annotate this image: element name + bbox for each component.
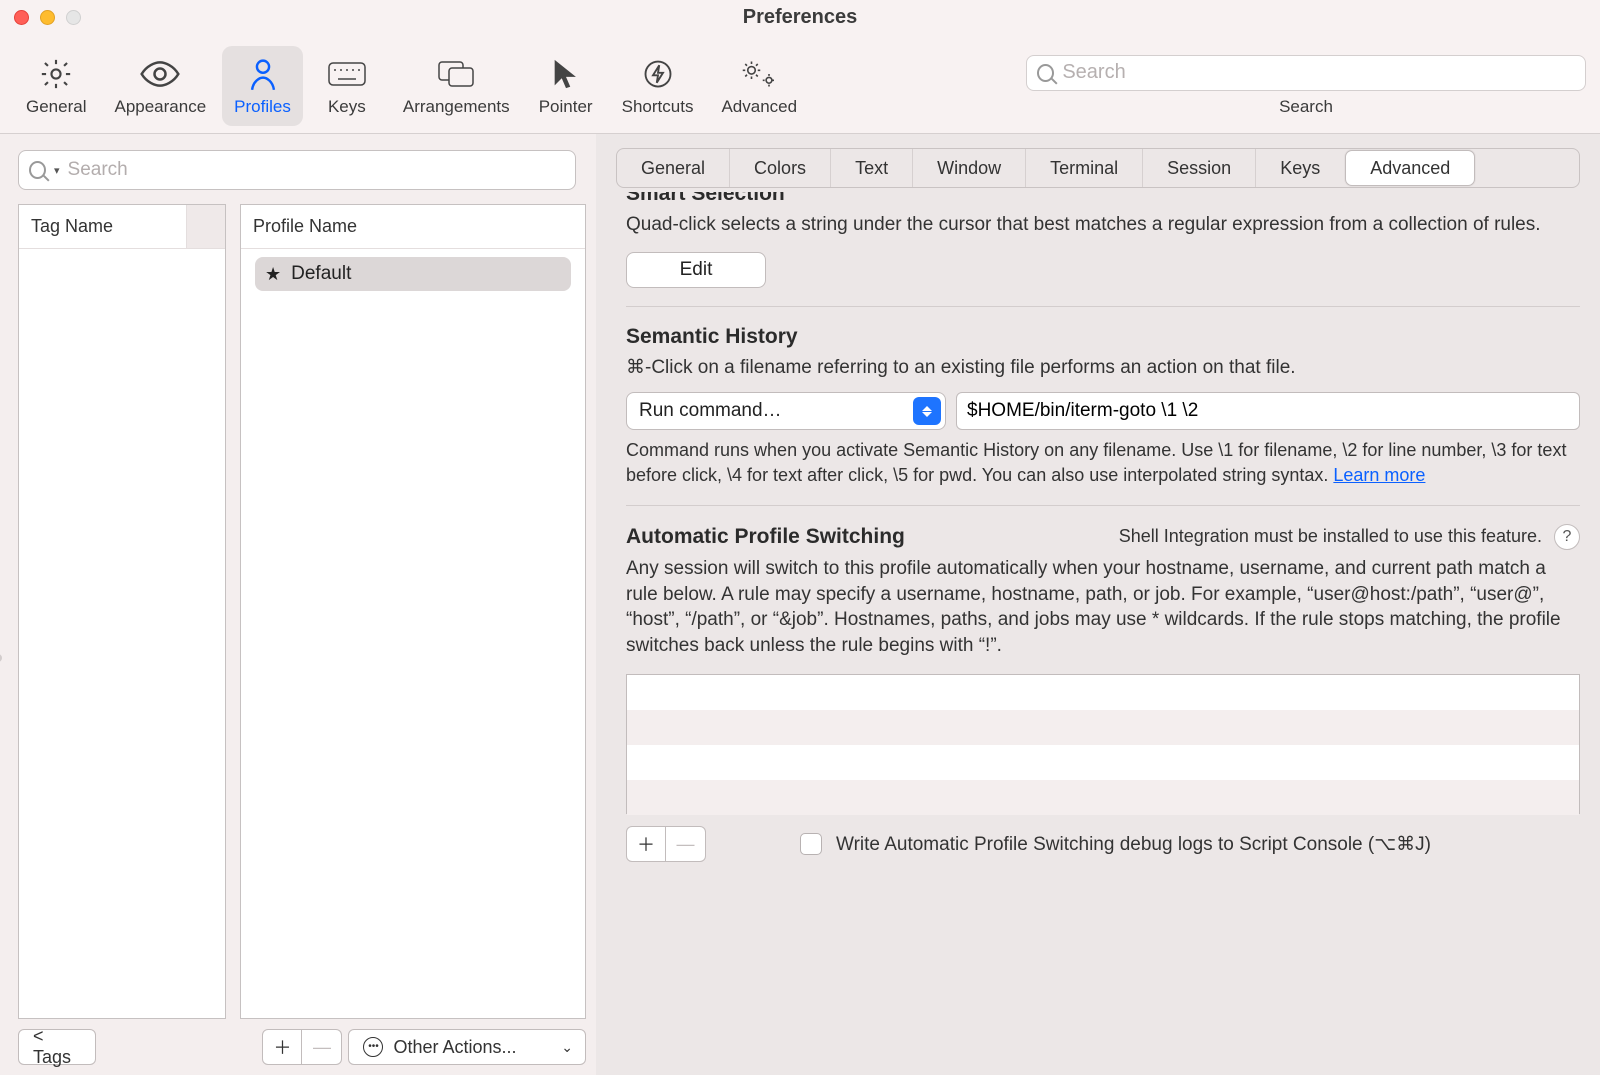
subtab-window[interactable]: Window (912, 149, 1025, 187)
semantic-history-body: ⌘-Click on a filename referring to an ex… (626, 355, 1580, 381)
smart-selection-body: Quad-click selects a string under the cu… (626, 212, 1580, 238)
profile-settings-pane: General Colors Text Window Terminal Sess… (596, 134, 1600, 1075)
profiles-footer: < Tags ＋ — ••• Other Actions... ⌄ (18, 1029, 586, 1065)
toolbar-tab-arrangements[interactable]: Arrangements (391, 46, 522, 126)
advanced-scroll[interactable]: Smart Selection Quad-click selects a str… (596, 192, 1600, 1075)
profiles-search-field[interactable]: ▾ (18, 150, 576, 190)
semantic-history-help: Command runs when you activate Semantic … (626, 438, 1580, 487)
aps-rules-list[interactable] (626, 674, 1580, 814)
smart-selection-edit-button[interactable]: Edit (626, 252, 766, 288)
toolbar-tab-profiles[interactable]: Profiles (222, 46, 303, 126)
profiles-list[interactable]: ★ Default (241, 249, 585, 1018)
aps-remove-rule-button[interactable]: — (666, 826, 706, 862)
help-button[interactable]: ? (1554, 524, 1580, 550)
smart-selection-title: Smart Selection (626, 192, 1580, 206)
profiles-panel: Profile Name ★ Default (240, 204, 586, 1019)
toolbar-label: Shortcuts (622, 97, 694, 117)
toolbar-label: Advanced (721, 97, 797, 117)
toolbar-search-input[interactable] (1062, 61, 1575, 84)
remove-profile-button[interactable]: — (302, 1029, 342, 1065)
add-profile-button[interactable]: ＋ (262, 1029, 302, 1065)
aps-debug-checkbox[interactable] (800, 833, 822, 855)
section-divider (626, 505, 1580, 506)
subtab-keys[interactable]: Keys (1255, 149, 1344, 187)
section-divider (626, 306, 1580, 307)
toolbar-search-field[interactable] (1026, 55, 1586, 91)
profile-add-remove: ＋ — (262, 1029, 342, 1065)
star-icon: ★ (265, 264, 281, 285)
subtab-general[interactable]: General (617, 149, 729, 187)
chevron-down-icon: ⌄ (561, 1039, 573, 1056)
tags-list[interactable] (19, 249, 225, 1018)
cursor-icon (549, 57, 583, 91)
aps-body: Any session will switch to this profile … (626, 556, 1580, 659)
aps-add-rule-button[interactable]: ＋ (626, 826, 666, 862)
toolbar-search-group: Search (1026, 55, 1586, 117)
tags-toggle-button[interactable]: < Tags (18, 1029, 96, 1065)
toolbar-tab-shortcuts[interactable]: Shortcuts (610, 46, 706, 126)
profiles-header[interactable]: Profile Name (241, 205, 585, 249)
semantic-history-title: Semantic History (626, 325, 1580, 349)
person-icon (248, 57, 278, 91)
toolbar-label: Profiles (234, 97, 291, 117)
search-icon (1037, 64, 1054, 82)
profiles-sidebar: ▾ Tag Name Profile Name ★ Default < Tags (0, 134, 596, 1075)
toolbar-label: Keys (328, 97, 366, 117)
subtab-advanced[interactable]: Advanced (1345, 150, 1475, 186)
gear-icon (39, 57, 73, 91)
preferences-toolbar: General Appearance Profiles Keys Arrange… (0, 34, 1600, 134)
toolbar-tab-general[interactable]: General (14, 46, 98, 126)
aps-debug-label: Write Automatic Profile Switching debug … (836, 832, 1431, 858)
toolbar-label: Appearance (114, 97, 206, 117)
profile-subtabs: General Colors Text Window Terminal Sess… (616, 148, 1580, 188)
dropdown-stepper-icon (913, 397, 941, 425)
profile-name: Default (291, 263, 351, 285)
search-icon (29, 161, 46, 179)
dropdown-value: Run command… (639, 400, 782, 422)
keyboard-icon (328, 57, 366, 91)
tags-panel: Tag Name (18, 204, 226, 1019)
subtab-text[interactable]: Text (830, 149, 912, 187)
toolbar-label: General (26, 97, 86, 117)
toolbar-tab-advanced[interactable]: Advanced (709, 46, 809, 126)
aps-add-remove: ＋ — (626, 826, 706, 862)
profile-row-default[interactable]: ★ Default (255, 257, 571, 291)
toolbar-tab-appearance[interactable]: Appearance (102, 46, 218, 126)
eye-icon (140, 57, 180, 91)
titlebar: Preferences (0, 0, 1600, 34)
other-actions-label: Other Actions... (393, 1037, 516, 1058)
ellipsis-icon: ••• (363, 1037, 383, 1057)
subtab-terminal[interactable]: Terminal (1025, 149, 1142, 187)
subtab-colors[interactable]: Colors (729, 149, 830, 187)
split-handle[interactable] (0, 654, 2, 662)
toolbar-label: Pointer (539, 97, 593, 117)
semantic-history-action-select[interactable]: Run command… (626, 392, 946, 430)
toolbar-tab-keys[interactable]: Keys (307, 46, 387, 126)
profiles-search-input[interactable] (68, 159, 565, 181)
bolt-icon (643, 57, 673, 91)
chevron-down-icon: ▾ (54, 164, 60, 177)
window-title: Preferences (0, 6, 1600, 29)
subtab-session[interactable]: Session (1142, 149, 1255, 187)
semantic-history-command-input[interactable] (956, 392, 1580, 430)
tags-header[interactable]: Tag Name (19, 205, 225, 249)
toolbar-search-label: Search (1279, 97, 1333, 117)
aps-title: Automatic Profile Switching (626, 525, 905, 549)
windows-icon (436, 57, 476, 91)
toolbar-tab-pointer[interactable]: Pointer (526, 46, 606, 126)
gears-icon (739, 57, 779, 91)
other-actions-menu[interactable]: ••• Other Actions... ⌄ (348, 1029, 586, 1065)
aps-warning: Shell Integration must be installed to u… (1119, 526, 1542, 547)
learn-more-link[interactable]: Learn more (1333, 465, 1425, 485)
toolbar-label: Arrangements (403, 97, 510, 117)
